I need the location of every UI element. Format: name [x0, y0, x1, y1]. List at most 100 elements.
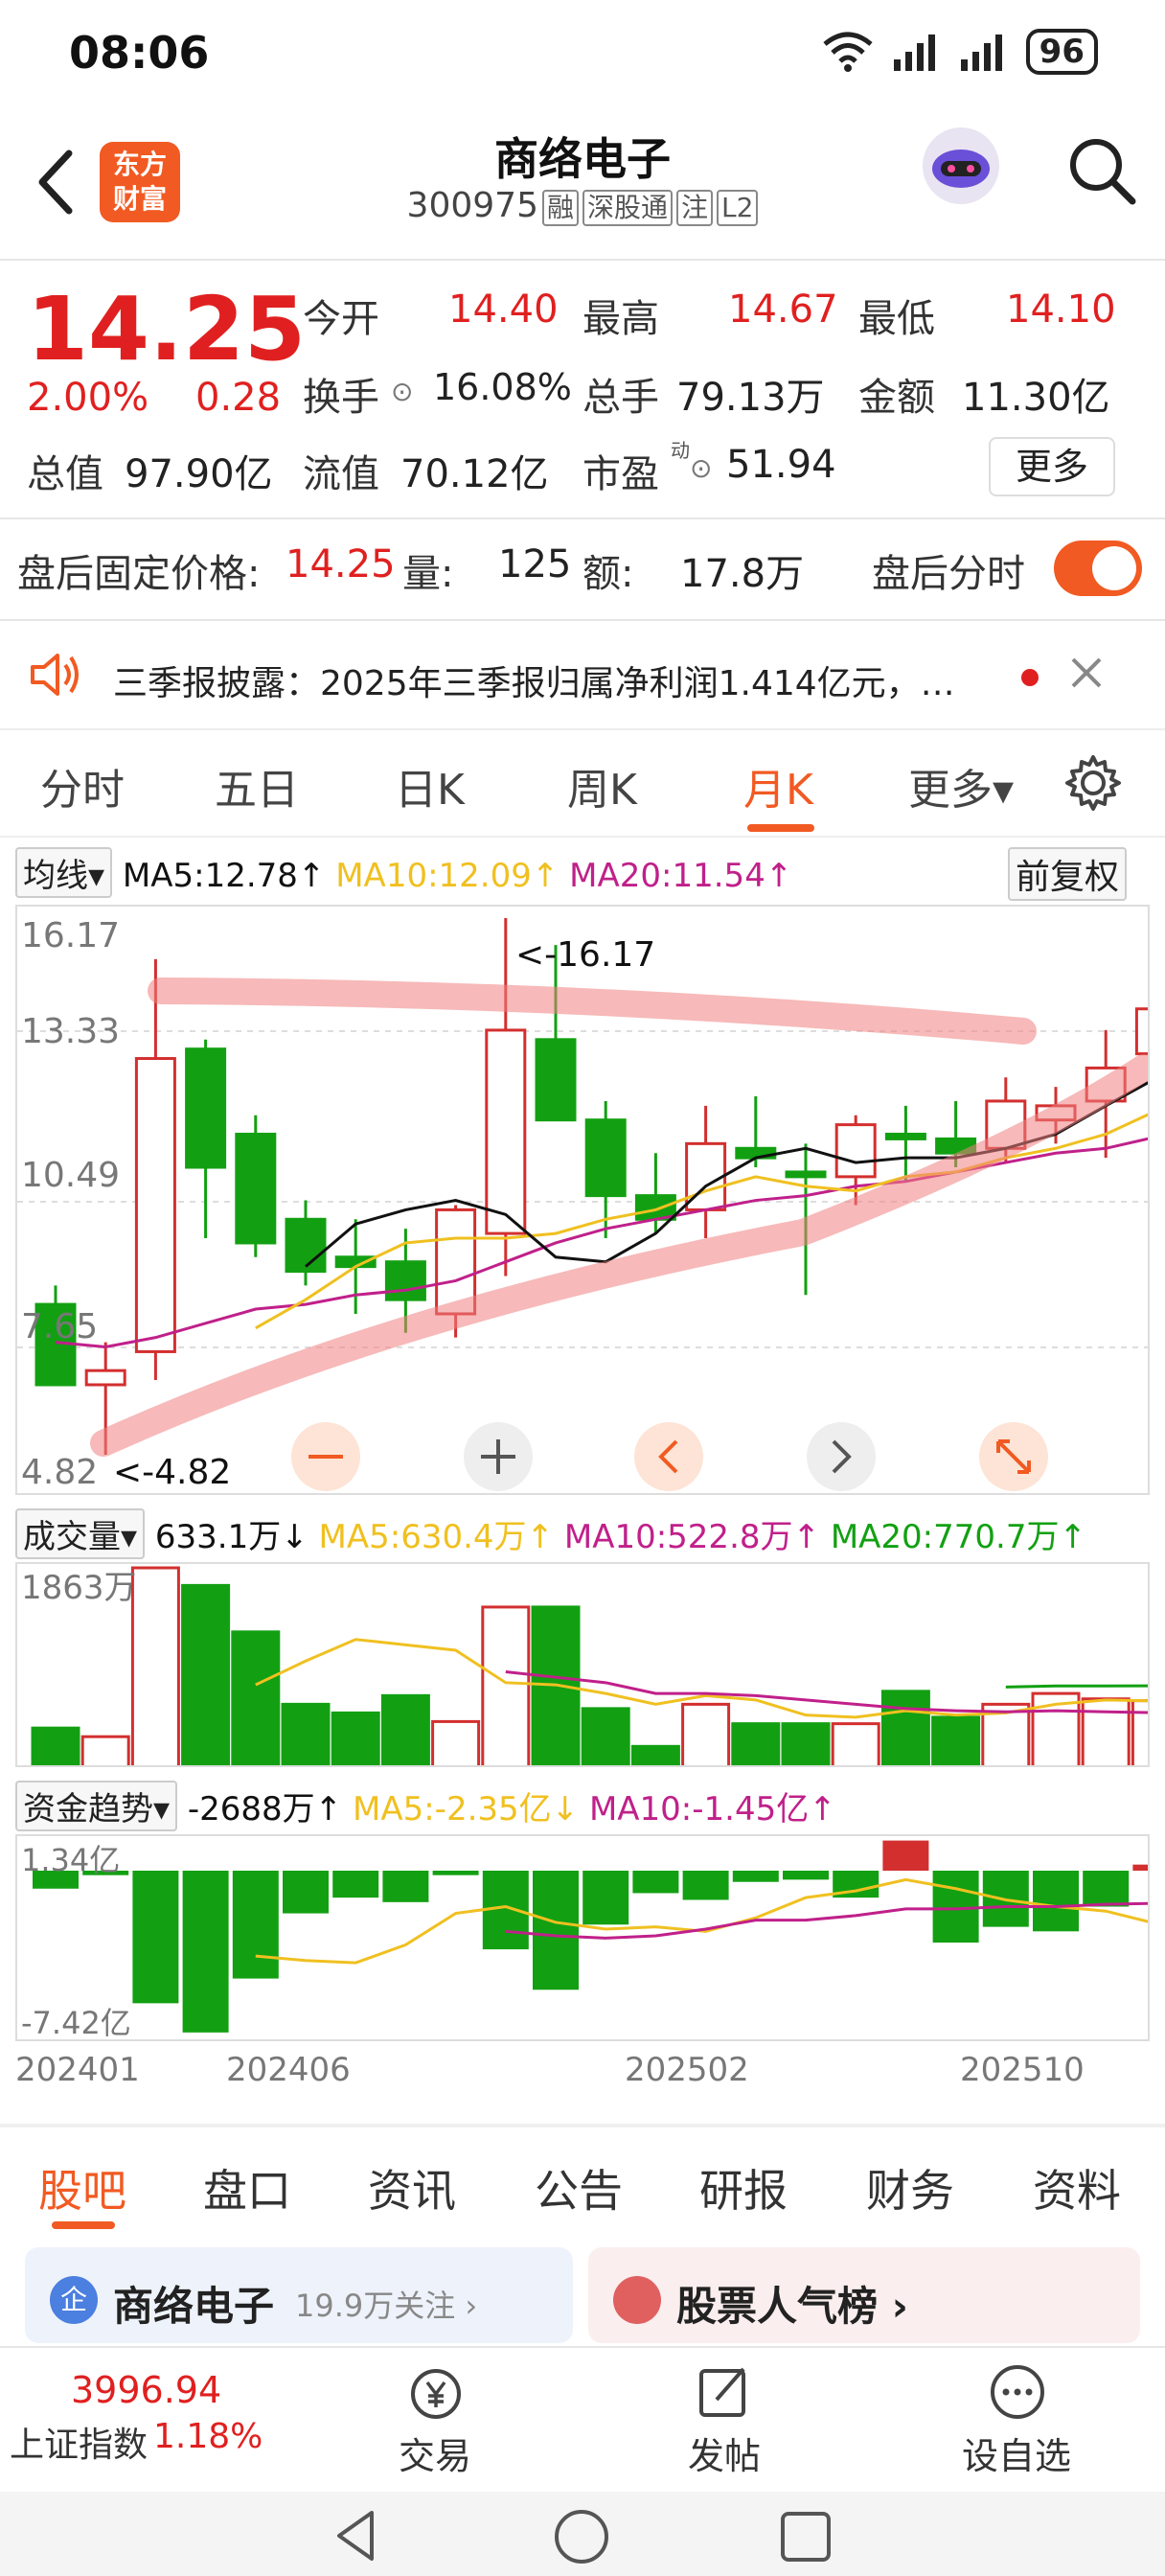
float-value: 70.12亿 [400, 452, 549, 496]
wifi-icon [823, 32, 873, 72]
notice-bar[interactable]: 三季报披露：2025年三季报归属净利润1.414亿元，… [0, 621, 1165, 728]
candle-body [834, 1123, 877, 1179]
afterhours-toggle[interactable] [1054, 540, 1142, 596]
kline-chart[interactable]: 16.17 13.33 10.49 7.65 4.82 <-16.17 <-4.… [15, 905, 1150, 1495]
tab-more[interactable]: 更多▾ [908, 755, 1014, 816]
trade-label[interactable]: 交易 [399, 2426, 471, 2479]
signal-icon [893, 34, 935, 71]
search-icon[interactable] [1065, 134, 1138, 207]
fund-ytop: 1.34亿 [21, 1842, 120, 1878]
tab-finance[interactable]: 财务 [866, 2156, 954, 2220]
add-watchlist-icon[interactable] [987, 2361, 1048, 2423]
afterhours-price: 14.25 [286, 542, 396, 586]
info-icon[interactable]: ⊙ [690, 452, 712, 484]
speaker-icon [31, 654, 79, 696]
settings-gear-icon[interactable] [1063, 753, 1123, 813]
tab-research[interactable]: 研报 [699, 2156, 788, 2220]
volume-bar [630, 1744, 680, 1765]
robot-assistant-icon[interactable] [918, 123, 1004, 209]
fund-bar [332, 1871, 379, 1898]
zoom-in-button[interactable] [464, 1422, 533, 1491]
open-value: 14.40 [448, 288, 559, 332]
nav-back-icon[interactable] [330, 2507, 383, 2564]
volume-bar [581, 1707, 630, 1765]
post-label[interactable]: 发帖 [688, 2426, 761, 2479]
tab-daily-k[interactable]: 日K [395, 755, 465, 816]
tab-monthly-k[interactable]: 月K [743, 755, 813, 816]
mcap-label: 总值 [27, 452, 103, 496]
stock-follow-card[interactable]: 企 商络电子 19.9万关注 › [25, 2247, 573, 2343]
card-follow-count: 19.9万关注 › [295, 2288, 478, 2324]
fund-bar [283, 1871, 329, 1914]
volume-dropdown[interactable]: 成交量▾ [15, 1508, 146, 1559]
pe-dynamic-mark: 动 [671, 439, 690, 462]
adjust-button[interactable]: 前复权 [1008, 847, 1128, 901]
tab-intraday[interactable]: 分时 [40, 755, 125, 816]
xlabel-1: 202406 [226, 2051, 351, 2089]
change-percent: 2.00% [27, 376, 149, 420]
ytick-4: 4.82 [21, 1453, 98, 1492]
fund-legend: 资金趋势▾ -2688万↑ MA5:-2.35亿↓ MA10:-1.45亿↑ [15, 1781, 836, 1831]
tab-announcements[interactable]: 公告 [535, 2156, 623, 2220]
nav-home-icon[interactable] [552, 2507, 611, 2566]
index-value[interactable]: 3996.94 [71, 2369, 221, 2411]
fund-bar [432, 1871, 479, 1875]
watchlist-label[interactable]: 设自选 [962, 2426, 1071, 2479]
volume-current: 633.1万↓ [154, 1518, 308, 1556]
trade-yen-icon[interactable] [400, 2363, 471, 2425]
candle-body [384, 1260, 426, 1301]
fullscreen-button[interactable] [979, 1422, 1048, 1491]
scroll-right-button[interactable] [807, 1422, 876, 1491]
float-label: 流值 [303, 452, 379, 496]
tag-level2: L2 [717, 190, 759, 226]
current-price: 14.25 [27, 278, 307, 380]
tab-forum[interactable]: 股吧 [38, 2156, 126, 2220]
indicator-dropdown[interactable]: 均线▾ [15, 847, 113, 898]
candle-body [235, 1132, 277, 1245]
tag-registered: 注 [676, 190, 714, 226]
candle-body [535, 1038, 577, 1122]
volume-bar [431, 1719, 481, 1765]
tab-5day[interactable]: 五日 [215, 755, 299, 816]
fund-ma5: MA5:-2.35亿↓ [353, 1790, 580, 1828]
index-name[interactable]: 上证指数 [10, 2417, 148, 2467]
tab-orderbook[interactable]: 盘口 [203, 2156, 291, 2220]
tag-margin: 融 [541, 190, 579, 226]
volume-bar [31, 1726, 80, 1765]
zoom-out-button[interactable] [291, 1422, 360, 1491]
close-icon[interactable] [1069, 656, 1104, 690]
min-price-label: <-4.82 [113, 1453, 231, 1492]
clock: 08:06 [69, 27, 210, 79]
afterhours-switch-label: 盘后分时 [872, 552, 1025, 596]
ytick-1: 13.33 [21, 1012, 120, 1051]
afterhours-vol: 125 [498, 542, 572, 586]
ytick-0: 16.17 [21, 916, 120, 955]
popularity-card[interactable]: 股票人气榜 › [588, 2247, 1140, 2343]
candle-body [785, 1170, 827, 1179]
max-price-label: <-16.17 [515, 935, 655, 975]
content-tabs: 股吧 盘口 资讯 公告 研报 财务 资料 [0, 2137, 1165, 2233]
info-icon[interactable]: ⊙ [391, 376, 413, 407]
fund-bar [932, 1871, 979, 1944]
scroll-left-button[interactable] [634, 1422, 703, 1491]
status-bar: 08:06 96 [0, 0, 1165, 105]
tab-weekly-k[interactable]: 周K [567, 755, 637, 816]
amount-value: 11.30亿 [962, 376, 1110, 420]
volume-bar [681, 1702, 731, 1765]
volume-bar [731, 1722, 781, 1765]
volume-label: 总手 [582, 376, 659, 420]
fund-bar [1132, 1864, 1148, 1871]
volume-bar [130, 1566, 180, 1765]
fund-trend-chart[interactable]: 1.34亿 -7.42亿 [15, 1834, 1150, 2041]
fund-dropdown[interactable]: 资金趋势▾ [15, 1781, 178, 1831]
nav-recents-icon[interactable] [778, 2509, 834, 2564]
fund-current: -2688万↑ [187, 1790, 343, 1828]
volume-chart[interactable]: 1863万 [15, 1562, 1150, 1767]
tab-profile[interactable]: 资料 [1033, 2156, 1121, 2220]
more-button[interactable]: 更多 [989, 437, 1115, 496]
tab-news[interactable]: 资讯 [368, 2156, 456, 2220]
unread-dot [1021, 669, 1039, 686]
compose-post-icon[interactable] [694, 2361, 755, 2423]
candle-body [884, 1132, 926, 1140]
volume-ma5: MA5:630.4万↑ [318, 1518, 555, 1556]
